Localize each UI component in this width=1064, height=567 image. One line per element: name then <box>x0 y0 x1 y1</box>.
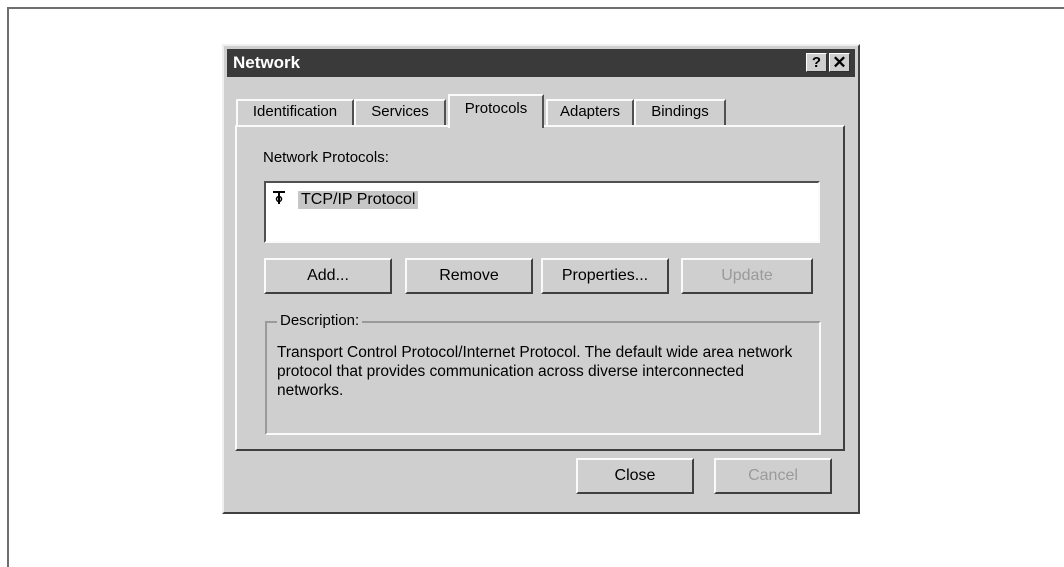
cancel-button[interactable]: Cancel <box>714 458 832 494</box>
tab-adapters[interactable]: Adapters <box>546 99 634 125</box>
tab-label: Adapters <box>559 103 621 120</box>
close-window-button[interactable]: ✕ <box>829 53 850 72</box>
tab-label: Services <box>371 103 429 120</box>
tab-protocols[interactable]: Protocols <box>448 94 544 128</box>
network-dialog: Network ? ✕ Identification Services Prot… <box>222 44 860 514</box>
title-bar[interactable]: Network ? ✕ <box>227 49 855 77</box>
properties-button[interactable]: Properties... <box>541 258 669 294</box>
network-protocols-label: Network Protocols: <box>263 149 389 166</box>
description-text: Transport Control Protocol/Internet Prot… <box>277 344 793 399</box>
tab-services[interactable]: Services <box>354 99 446 125</box>
tab-label: Identification <box>252 103 338 120</box>
description-label: Description: <box>277 312 363 329</box>
dialog-title: Network <box>233 53 301 72</box>
tab-identification[interactable]: Identification <box>236 99 354 125</box>
tab-label: Bindings <box>651 103 709 120</box>
protocols-listbox[interactable]: TCP/IP Protocol <box>264 181 820 243</box>
update-button[interactable]: Update <box>681 258 813 294</box>
tab-bindings[interactable]: Bindings <box>634 99 726 125</box>
help-button[interactable]: ? <box>806 53 827 72</box>
network-protocol-icon <box>272 190 286 209</box>
list-item-tcpip[interactable]: TCP/IP Protocol <box>298 191 419 209</box>
protocols-panel: Network Protocols: TCP/IP Protocol Add..… <box>235 125 845 451</box>
add-button[interactable]: Add... <box>264 258 392 294</box>
tab-label: Protocols <box>464 100 528 117</box>
description-group: Description: Transport Control Protocol/… <box>265 312 821 435</box>
close-button[interactable]: Close <box>576 458 694 494</box>
remove-button[interactable]: Remove <box>405 258 533 294</box>
